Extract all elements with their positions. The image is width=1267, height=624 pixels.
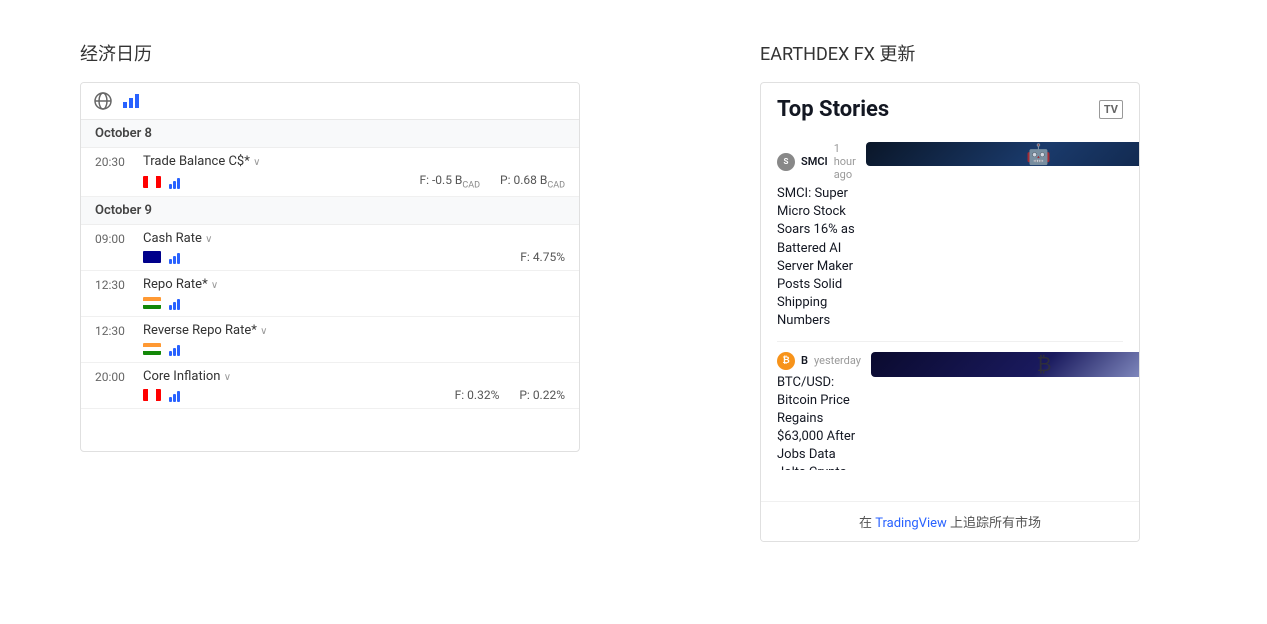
date-header-oct8: October 8 [81,120,579,148]
news-time: yesterday [814,354,861,367]
event-name: Cash Rate ∨ [143,231,565,246]
flag-ca [143,176,161,188]
date-header-oct9: October 9 [81,197,579,225]
flag-in [143,297,161,309]
event-time: 20:00 [95,370,135,384]
news-headline: SMCI: Super Micro Stock Soars 16% as Bat… [777,185,856,331]
event-name: Reverse Repo Rate* ∨ [143,323,565,338]
event-time: 20:30 [95,155,135,169]
event-name: Repo Rate* ∨ [143,277,565,292]
news-source-row: S SMCI 1 hour ago [777,142,856,181]
news-list: S SMCI 1 hour ago SMCI: Super Micro Stoc… [761,132,1139,470]
event-reverse-repo-rate: 12:30 Reverse Repo Rate* ∨ [81,317,579,363]
calendar-title: 经济日历 [80,40,580,66]
event-cash-rate: 09:00 Cash Rate ∨ [81,225,579,271]
calendar-header [81,83,579,120]
event-time: 12:30 [95,324,135,338]
calendar-body: October 8 20:30 Trade Balance C$* ∨ [81,120,579,446]
event-time: 09:00 [95,232,135,246]
event-name: Trade Balance C$* ∨ [143,154,565,169]
chevron-icon[interactable]: ∨ [224,372,231,383]
news-source: B [801,354,808,367]
flag-in [143,343,161,355]
bar-icon-small [169,342,180,356]
globe-icon[interactable] [93,91,113,111]
event-name: Core Inflation ∨ [143,369,565,384]
thumb-icon: 🤖 [1026,142,1051,166]
previous-value: P: 0.22% [519,388,565,402]
news-thumbnail-smci: 🤖 [866,142,1139,166]
news-item-smci[interactable]: S SMCI 1 hour ago SMCI: Super Micro Stoc… [777,132,1123,342]
event-core-inflation: 20:00 Core Inflation ∨ [81,363,579,409]
forecast-value: F: 0.32% [455,388,500,402]
news-source: SMCI [801,155,828,168]
news-meta: ₿ B yesterday BTC/USD: Bitcoin Price Reg… [777,352,861,471]
economic-calendar-section: 经济日历 [80,40,580,542]
bar-chart-icon[interactable] [121,91,141,111]
chevron-icon[interactable]: ∨ [260,326,267,337]
event-repo-rate: 12:30 Repo Rate* ∨ [81,271,579,317]
fx-title: EARTHDEX FX 更新 [760,40,1140,66]
event-time: 12:30 [95,278,135,292]
bar-icon-small [169,388,180,402]
fx-widget-title: Top Stories [777,97,889,122]
footer-suffix: 上追踪所有市场 [947,516,1041,531]
bar-icon-small [169,296,180,310]
chevron-icon[interactable]: ∨ [205,234,212,245]
forecast-value: F: 4.75% [520,250,565,264]
news-meta: S SMCI 1 hour ago SMCI: Super Micro Stoc… [777,142,856,331]
fx-news-section: EARTHDEX FX 更新 Top Stories TV S SMCI 1 h… [760,40,1140,542]
bar-icon-small [169,250,180,264]
news-thumbnail-btc: ₿ [871,352,1139,377]
news-time: 1 hour ago [834,142,856,181]
event-trade-balance: 20:30 Trade Balance C$* ∨ [81,148,579,197]
fx-header: Top Stories TV [761,83,1139,132]
thumb-icon: ₿ [1037,352,1052,377]
footer-prefix: 在 [859,516,875,531]
fx-footer: 在 TradingView 上追踪所有市场 [761,501,1139,541]
forecast-value: F: -0.5 BCAD [419,173,480,190]
fx-widget: Top Stories TV S SMCI 1 hour ago SMCI: S… [760,82,1140,542]
btc-badge: ₿ [777,352,795,370]
tradingview-logo: TV [1099,100,1123,119]
news-source-row: ₿ B yesterday [777,352,861,370]
chevron-icon[interactable]: ∨ [253,157,260,168]
smci-badge: S [777,153,795,171]
flag-ca [143,389,161,401]
news-headline: BTC/USD: Bitcoin Price Regains $63,000 A… [777,374,861,471]
bar-icon-small [169,175,180,189]
flag-au [143,251,161,263]
previous-value: P: 0.68 BCAD [500,173,565,190]
news-item-btc[interactable]: ₿ B yesterday BTC/USD: Bitcoin Price Reg… [777,342,1123,471]
tradingview-link[interactable]: TradingView [875,516,947,531]
calendar-widget: October 8 20:30 Trade Balance C$* ∨ [80,82,580,452]
chevron-icon[interactable]: ∨ [211,280,218,291]
